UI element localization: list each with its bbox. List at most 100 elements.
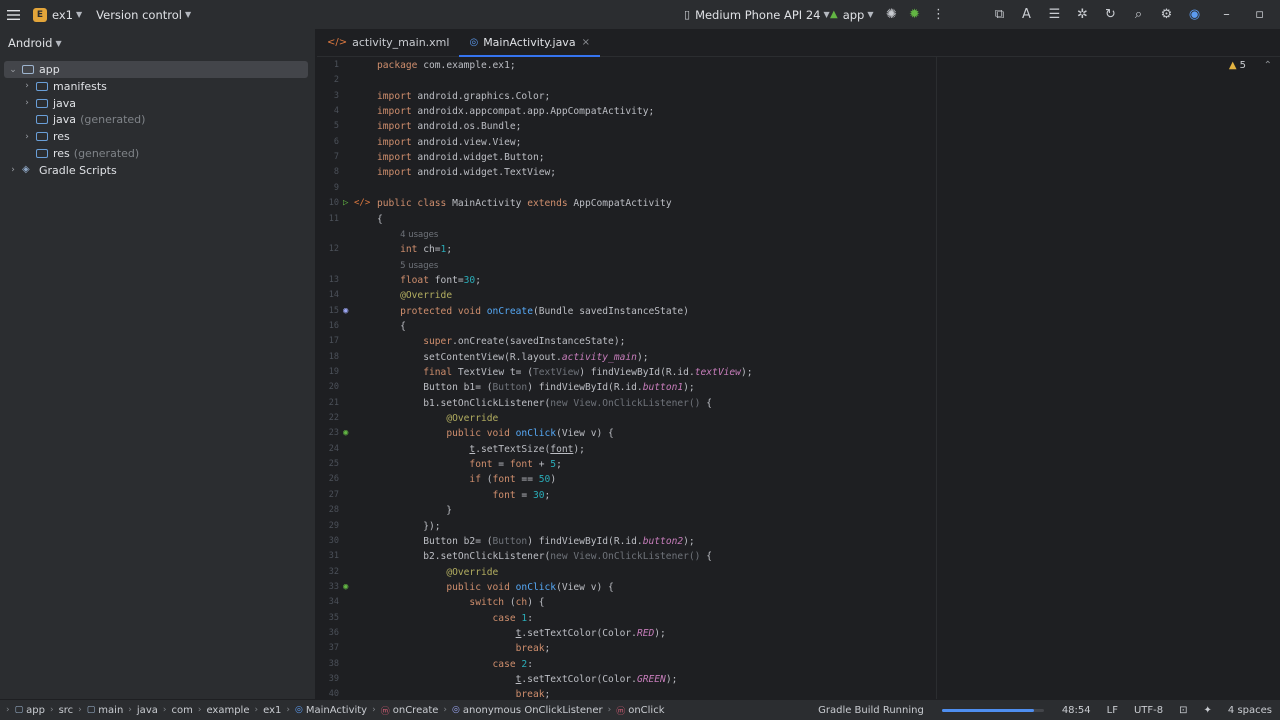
- breadcrumb-item[interactable]: ▢ app: [15, 705, 45, 716]
- project-view-selector[interactable]: Android ▼: [0, 29, 315, 57]
- settings-gear-icon[interactable]: ⚙: [1159, 7, 1174, 22]
- code-text: if (font == 50): [469, 474, 557, 486]
- tree-item-label: java: [53, 96, 77, 110]
- version-control-dropdown[interactable]: Version control: [96, 8, 182, 22]
- sdk-manager-icon[interactable]: ✲: [1075, 7, 1090, 22]
- phone-icon: ▯: [684, 8, 691, 21]
- folder-icon: [36, 81, 48, 91]
- tree-item[interactable]: res (generated): [0, 145, 139, 162]
- chevron-right-icon: ›: [254, 705, 259, 715]
- override-gutter-icon[interactable]: ◉: [343, 304, 348, 319]
- line-number: 13: [328, 274, 339, 285]
- status-bar: › ▢ app › src › ▢ main › java › com › example › ex1 › ◎ Ma…: [0, 699, 1280, 720]
- debug-icon[interactable]: ✹: [907, 7, 922, 22]
- code-line: 29 });: [317, 519, 1280, 534]
- chevron-down-icon[interactable]: ⌄: [8, 65, 18, 75]
- breadcrumb-item[interactable]: example: [206, 705, 249, 716]
- code-line: 13 float font=30;: [317, 273, 1280, 288]
- code-line: 40 break;: [317, 687, 1280, 699]
- breadcrumb-item[interactable]: ◎ anonymous OnClickListener: [452, 705, 603, 716]
- code-line: 31 b2.setOnClickListener(new View.OnClic…: [317, 549, 1280, 564]
- method-icon: ⓜ: [616, 706, 626, 717]
- code-area[interactable]: 1 package com.example.ex1; 2 3 import androi…: [317, 57, 1280, 699]
- main-menu-icon[interactable]: [2, 0, 26, 29]
- line-separator[interactable]: LF: [1107, 705, 1118, 716]
- code-text: public void onClick(View v) {: [446, 428, 614, 440]
- editor-tabs: </> activity_main.xml ◎ MainActivity.java ×: [317, 29, 1280, 57]
- account-avatar-icon[interactable]: ◉: [1187, 7, 1202, 22]
- chevron-right-icon[interactable]: ›: [22, 81, 32, 91]
- breadcrumb-item[interactable]: ⓜ onCreate: [381, 704, 439, 717]
- method-icon: ⓜ: [380, 706, 390, 717]
- chevron-right-icon[interactable]: ›: [22, 98, 32, 108]
- code-line: 36 t.setTextColor(Color.RED);: [317, 626, 1280, 641]
- sync-gradle-icon[interactable]: ↻: [1103, 7, 1118, 22]
- breadcrumb-item[interactable]: ▢ main: [87, 705, 124, 716]
- chevron-down-icon: ▼: [823, 10, 830, 19]
- build-status[interactable]: Gradle Build Running: [818, 705, 924, 716]
- tree-item-label: res: [53, 130, 70, 144]
- code-text: import androidx.appcompat.app.AppCompatA…: [377, 106, 655, 118]
- readonly-toggle-icon[interactable]: ⊡: [1179, 705, 1187, 716]
- breadcrumb-item[interactable]: java: [137, 705, 158, 716]
- indent-setting[interactable]: 4 spaces: [1228, 705, 1272, 716]
- usage-hint-line: 5 usages: [317, 258, 1280, 273]
- search-icon[interactable]: ⌕: [1131, 7, 1146, 22]
- breadcrumb-item[interactable]: com: [171, 705, 192, 716]
- editor-tab[interactable]: ◎ MainActivity.java ×: [459, 29, 600, 57]
- breadcrumb-item[interactable]: ◎ MainActivity: [295, 705, 367, 716]
- chevron-down-icon: ▼: [184, 10, 192, 19]
- code-line: 27 font = 30;: [317, 488, 1280, 503]
- code-line: 20 Button b1= (Button) findViewById(R.id…: [317, 380, 1280, 395]
- more-options-icon[interactable]: ⋮: [931, 7, 946, 22]
- folder-icon: [36, 115, 48, 125]
- line-number: 14: [328, 290, 339, 301]
- chevron-down-icon: ▼: [867, 10, 874, 19]
- line-number: 31: [328, 551, 339, 562]
- anonymous-class-icon: ◎: [452, 705, 460, 715]
- tree-item[interactable]: › manifests: [0, 78, 107, 95]
- tree-item[interactable]: ⌄ app: [4, 61, 308, 78]
- caret-position[interactable]: 48:54: [1062, 705, 1091, 716]
- restore-window-icon[interactable]: ▫: [1252, 7, 1267, 22]
- build-progress-bar: [941, 709, 1044, 712]
- project-tool-window: Android ▼ ⌄ app › manifests › java java (genera…: [0, 29, 316, 699]
- translate-icon[interactable]: A: [1019, 7, 1034, 22]
- tree-item[interactable]: › res: [0, 128, 70, 145]
- build-variants-icon[interactable]: ☰: [1047, 7, 1062, 22]
- breadcrumb-item[interactable]: ⓜ onClick: [616, 704, 664, 717]
- line-number: 28: [328, 505, 339, 516]
- tree-item[interactable]: java (generated): [0, 111, 145, 128]
- ai-assist-icon[interactable]: ✦: [1204, 705, 1212, 716]
- code-text: case 1:: [492, 612, 533, 624]
- line-number: 27: [328, 489, 339, 500]
- code-line: 16 {: [317, 319, 1280, 334]
- breadcrumb-item[interactable]: ex1: [263, 705, 281, 716]
- tab-label: activity_main.xml: [352, 36, 450, 49]
- breadcrumb-item[interactable]: src: [59, 705, 74, 716]
- minimize-window-icon[interactable]: –: [1219, 7, 1234, 22]
- chevron-right-icon[interactable]: ›: [8, 165, 18, 175]
- folder-icon: [36, 132, 48, 142]
- implements-gutter-icon[interactable]: ◉: [343, 580, 348, 595]
- class-gutter-icon[interactable]: </>: [354, 196, 370, 211]
- code-line: 25 font = font + 5;: [317, 457, 1280, 472]
- chevron-right-icon[interactable]: ›: [22, 132, 32, 142]
- device-manager-icon[interactable]: ⧉: [992, 7, 1007, 22]
- tree-item-extra: (generated): [80, 113, 146, 127]
- line-number: 24: [328, 443, 339, 454]
- run-gutter-icon[interactable]: ▷: [343, 196, 348, 211]
- implements-gutter-icon[interactable]: ◉: [343, 426, 348, 441]
- tree-item[interactable]: › ◈ Gradle Scripts: [0, 162, 117, 179]
- file-encoding[interactable]: UTF-8: [1134, 705, 1163, 716]
- run-config-selector[interactable]: ▲ app ▼: [830, 0, 874, 29]
- apply-changes-icon[interactable]: ✺: [884, 7, 899, 22]
- editor-tab[interactable]: </> activity_main.xml: [317, 29, 459, 56]
- close-tab-icon[interactable]: ×: [582, 37, 590, 48]
- xml-file-icon: </>: [327, 37, 348, 48]
- code-text: import android.os.Bundle;: [377, 121, 522, 133]
- device-selector[interactable]: ▯ Medium Phone API 24 ▼: [684, 0, 830, 29]
- tree-item[interactable]: › java: [0, 95, 76, 112]
- line-number: 40: [328, 689, 339, 699]
- project-name-dropdown[interactable]: ex1: [52, 8, 73, 22]
